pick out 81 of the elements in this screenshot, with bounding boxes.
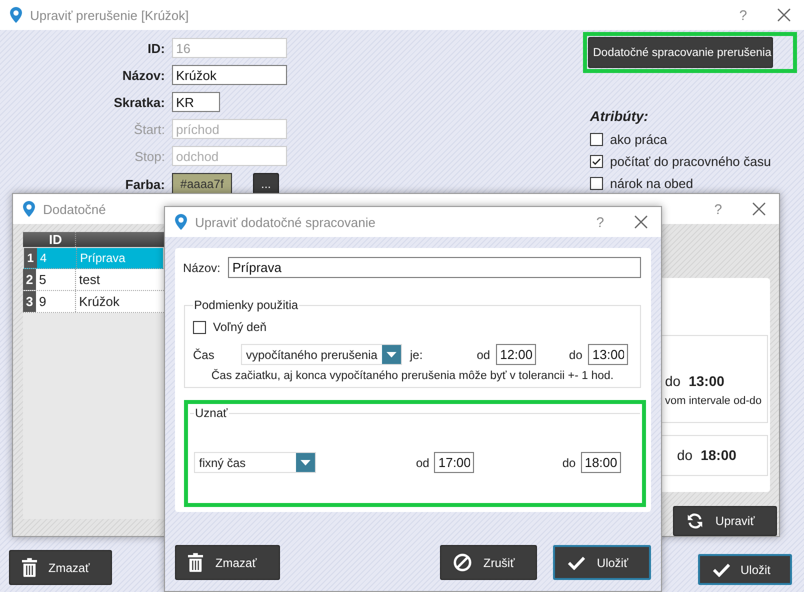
field-label: ID: <box>148 40 165 56</box>
field-label: Štart: <box>134 122 165 136</box>
checkbox[interactable] <box>590 154 603 168</box>
save-button[interactable]: Uložit <box>698 554 792 585</box>
input-field[interactable]: 18:00 <box>580 452 621 473</box>
browse-button[interactable]: ... <box>253 173 279 195</box>
close-button[interactable] <box>752 202 766 216</box>
help-button[interactable]: ? <box>739 7 747 23</box>
input-field[interactable]: Príprava <box>228 257 641 278</box>
input-field[interactable]: Krúžok <box>172 65 287 85</box>
dropdown[interactable]: vypočítaného prerušenia <box>241 344 402 365</box>
pin-icon <box>175 214 187 230</box>
table-cell: 5 <box>36 269 76 290</box>
close-button[interactable] <box>634 215 648 229</box>
field-label: Čas <box>193 348 216 362</box>
help-button[interactable]: ? <box>596 214 604 230</box>
close-icon <box>634 215 648 229</box>
hint-text: Čas začiatku, aj konca vypočítaného prerušenia môže byť v tolerancii +- 1 hod. <box>210 370 615 382</box>
trash-icon <box>188 553 203 572</box>
table-cell: 4 <box>37 248 77 268</box>
window-title: Upraviť dodatočné spracovanie <box>195 214 376 230</box>
delete-button[interactable]: Zmazať <box>9 550 112 585</box>
field-label: od <box>416 456 430 470</box>
group-title: Uznať <box>194 406 229 420</box>
field-label: do <box>569 348 582 362</box>
field-label: Názov: <box>122 68 165 82</box>
field-label: Názov: <box>183 260 220 274</box>
row-number: 1 <box>24 248 37 268</box>
trash-icon <box>22 558 37 577</box>
table-cell-text: Krúžok <box>78 293 120 311</box>
refresh-icon <box>686 512 704 530</box>
checkbox[interactable] <box>590 132 603 146</box>
time-label: do <box>665 373 681 389</box>
check-icon <box>567 555 586 570</box>
group-title: Podmienky použitia <box>193 298 300 312</box>
cancel-button[interactable]: Zrušiť <box>440 545 537 580</box>
edit-button[interactable]: Upraviť <box>673 506 777 536</box>
processing-button[interactable]: Dodatočné spracovanie prerušenia <box>588 37 773 68</box>
field-label: do <box>562 456 576 470</box>
check-icon <box>712 562 731 577</box>
table-row[interactable]: 1 4 Príprava <box>23 247 164 269</box>
field-label: Skratka: <box>114 94 165 110</box>
time-value: 13:00 <box>688 373 724 389</box>
close-icon <box>777 8 791 22</box>
pin-icon <box>23 201 35 217</box>
save-button[interactable]: Uložiť <box>553 545 651 580</box>
table-row[interactable]: 3 9 Krúžok <box>23 291 164 313</box>
checkbox-label: Voľný deň <box>213 320 267 334</box>
checkbox-label: počítať do pracovného času <box>610 154 771 168</box>
close-icon <box>752 202 766 216</box>
color-swatch[interactable]: #aaaa7f <box>172 173 232 195</box>
input-field[interactable]: 17:00 <box>434 452 474 473</box>
table-cell-text: test <box>78 271 101 289</box>
checkbox[interactable] <box>590 176 603 190</box>
checkbox-label: ako práca <box>610 132 668 146</box>
section-title: Atribúty: <box>590 108 650 124</box>
input-field[interactable]: 13:00 <box>588 344 628 365</box>
input-field[interactable]: KR <box>172 92 220 112</box>
checkbox-label: nárok na obed <box>610 176 694 190</box>
dropdown[interactable]: fixný čas <box>194 452 316 473</box>
input-field[interactable]: 12:00 <box>496 344 536 365</box>
time-label: do <box>677 447 693 463</box>
pin-icon <box>10 7 22 23</box>
field-label: je: <box>410 348 423 362</box>
time-value: 18:00 <box>700 447 736 463</box>
help-button[interactable]: ? <box>714 201 722 217</box>
table-row[interactable]: 2 5 test <box>23 269 164 291</box>
note-text: vom intervale od-do <box>665 395 763 407</box>
table-cell: 9 <box>36 291 76 312</box>
field-label: od <box>476 348 490 362</box>
table-cell-text: Príprava <box>79 250 126 267</box>
row-number: 3 <box>23 291 36 312</box>
window-title: Upraviť prerušenie [Krúžok] <box>30 8 189 22</box>
row-number: 2 <box>23 269 36 290</box>
delete-button[interactable]: Zmazať <box>175 545 280 580</box>
close-button[interactable] <box>777 8 791 22</box>
prohibited-icon <box>453 553 472 572</box>
field-label: Stop: <box>134 148 165 164</box>
field-label: Farba: <box>125 176 165 192</box>
window-title: Dodatočné <box>43 202 106 216</box>
checkbox[interactable] <box>193 320 206 334</box>
